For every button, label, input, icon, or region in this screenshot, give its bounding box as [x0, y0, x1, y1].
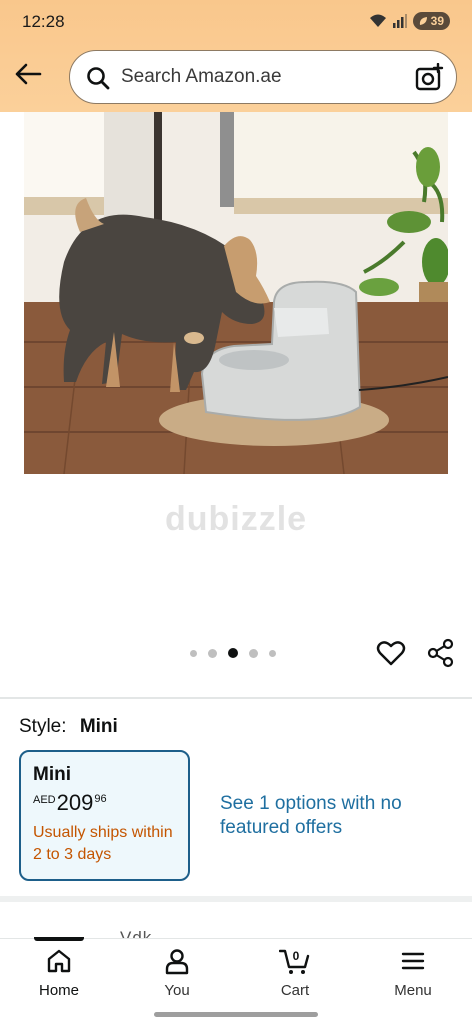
search-bar[interactable] [69, 50, 457, 104]
price-fraction: 96 [94, 793, 107, 805]
status-icons: 39 [369, 12, 450, 30]
nav-menu[interactable]: Menu [354, 947, 472, 999]
battery-level: 39 [430, 14, 444, 28]
nav-cart[interactable]: 0 Cart [236, 947, 354, 999]
gallery-pagination[interactable] [190, 648, 276, 658]
person-icon [165, 949, 189, 975]
nav-menu-label: Menu [394, 982, 432, 999]
style-label: Style: [19, 716, 67, 737]
see-options-link[interactable]: See 1 options with no featured offers [220, 792, 450, 840]
search-input[interactable] [121, 63, 401, 91]
leaf-icon [419, 17, 427, 25]
cart-icon: 0 [279, 949, 310, 974]
price-whole: 209 [56, 790, 94, 815]
app-header: 12:28 39 [0, 0, 472, 112]
watermark: dubizzle [164, 500, 308, 538]
active-tab-indicator [34, 937, 84, 941]
option-price: AED 209 96 [33, 790, 176, 816]
product-image[interactable] [24, 112, 448, 474]
wifi-icon [369, 14, 386, 27]
style-selector-label: Style: Mini [19, 716, 118, 738]
pagination-dot-active[interactable] [228, 648, 238, 658]
arrow-left-icon [15, 63, 42, 85]
camera-search-icon[interactable] [414, 63, 444, 93]
pagination-dot[interactable] [208, 648, 217, 658]
search-icon [87, 67, 110, 90]
section-divider [0, 896, 472, 902]
nav-home[interactable]: Home [0, 947, 118, 999]
home-indicator[interactable] [154, 1012, 318, 1017]
style-option-card[interactable]: Mini AED 209 96 Usually ships within 2 t… [19, 750, 190, 881]
status-bar: 12:28 39 [0, 0, 472, 42]
section-divider [0, 697, 472, 699]
nav-home-label: Home [38, 982, 79, 999]
partial-text: Vdk... [120, 928, 170, 938]
nav-you[interactable]: You [118, 947, 236, 999]
wishlist-heart-icon[interactable] [376, 638, 406, 668]
product-gallery[interactable]: dubizzle [0, 112, 472, 698]
back-button[interactable] [12, 58, 44, 90]
battery-indicator: 39 [412, 12, 450, 30]
menu-icon [401, 952, 425, 970]
status-time: 12:28 [22, 12, 65, 31]
signal-icon [392, 14, 407, 28]
option-name: Mini [33, 764, 71, 785]
style-selected-value: Mini [79, 716, 118, 737]
home-icon [47, 949, 71, 973]
nav-cart-label: Cart [280, 982, 310, 999]
nav-you-label: You [164, 982, 190, 999]
pagination-dot[interactable] [269, 649, 276, 657]
pagination-dot[interactable] [249, 648, 258, 658]
share-icon[interactable] [426, 638, 456, 668]
cart-count: 0 [293, 949, 300, 963]
shipping-estimate: Usually ships within 2 to 3 days [33, 824, 173, 863]
pagination-dot[interactable] [190, 649, 197, 657]
price-currency: AED [33, 794, 56, 806]
